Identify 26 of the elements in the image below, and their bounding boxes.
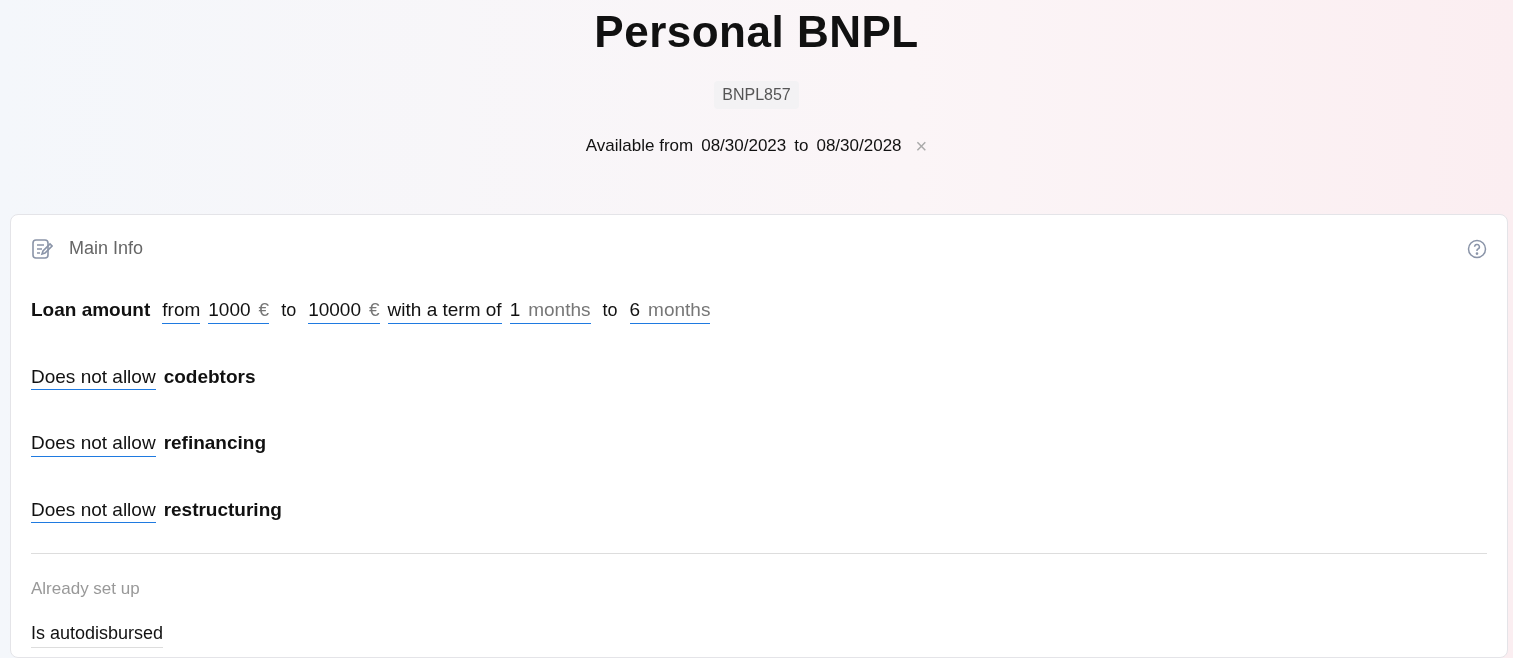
section-title: Main Info	[69, 237, 144, 260]
availability-label: Available from	[585, 134, 694, 157]
feature-label: restructuring	[163, 497, 282, 522]
joiner-text: to	[281, 299, 297, 322]
subsection-heading: Already set up	[31, 578, 141, 600]
feature-label: refinancing	[163, 431, 267, 455]
setup-item[interactable]: Is autodisbursed	[31, 619, 164, 648]
value-field[interactable]: 10000 €	[308, 298, 380, 324]
product-code: BNPL857	[714, 80, 799, 109]
value-field[interactable]: 1 months	[509, 298, 591, 324]
date-joiner: to	[794, 134, 809, 157]
page-title: Personal BNPL	[594, 6, 919, 58]
permission-selector[interactable]: Does not allow	[31, 431, 156, 457]
value-field[interactable]: 1000 €	[208, 298, 270, 324]
feature-label: codebtors	[163, 364, 256, 389]
help-icon[interactable]	[1467, 238, 1487, 259]
loan-amount-label: Loan amount	[31, 298, 151, 322]
option-selector[interactable]: with a term of	[387, 298, 502, 324]
note-edit-icon	[31, 237, 53, 260]
end-date[interactable]: 08/30/2028	[816, 132, 902, 159]
permission-selector[interactable]: Does not allow	[31, 497, 156, 524]
option-selector[interactable]: from	[162, 298, 201, 324]
joiner-text: to	[602, 299, 618, 322]
permission-selector[interactable]: Does not allow	[31, 364, 156, 391]
start-date[interactable]: 08/30/2023	[701, 132, 787, 159]
value-field[interactable]: 6 months	[629, 298, 711, 324]
